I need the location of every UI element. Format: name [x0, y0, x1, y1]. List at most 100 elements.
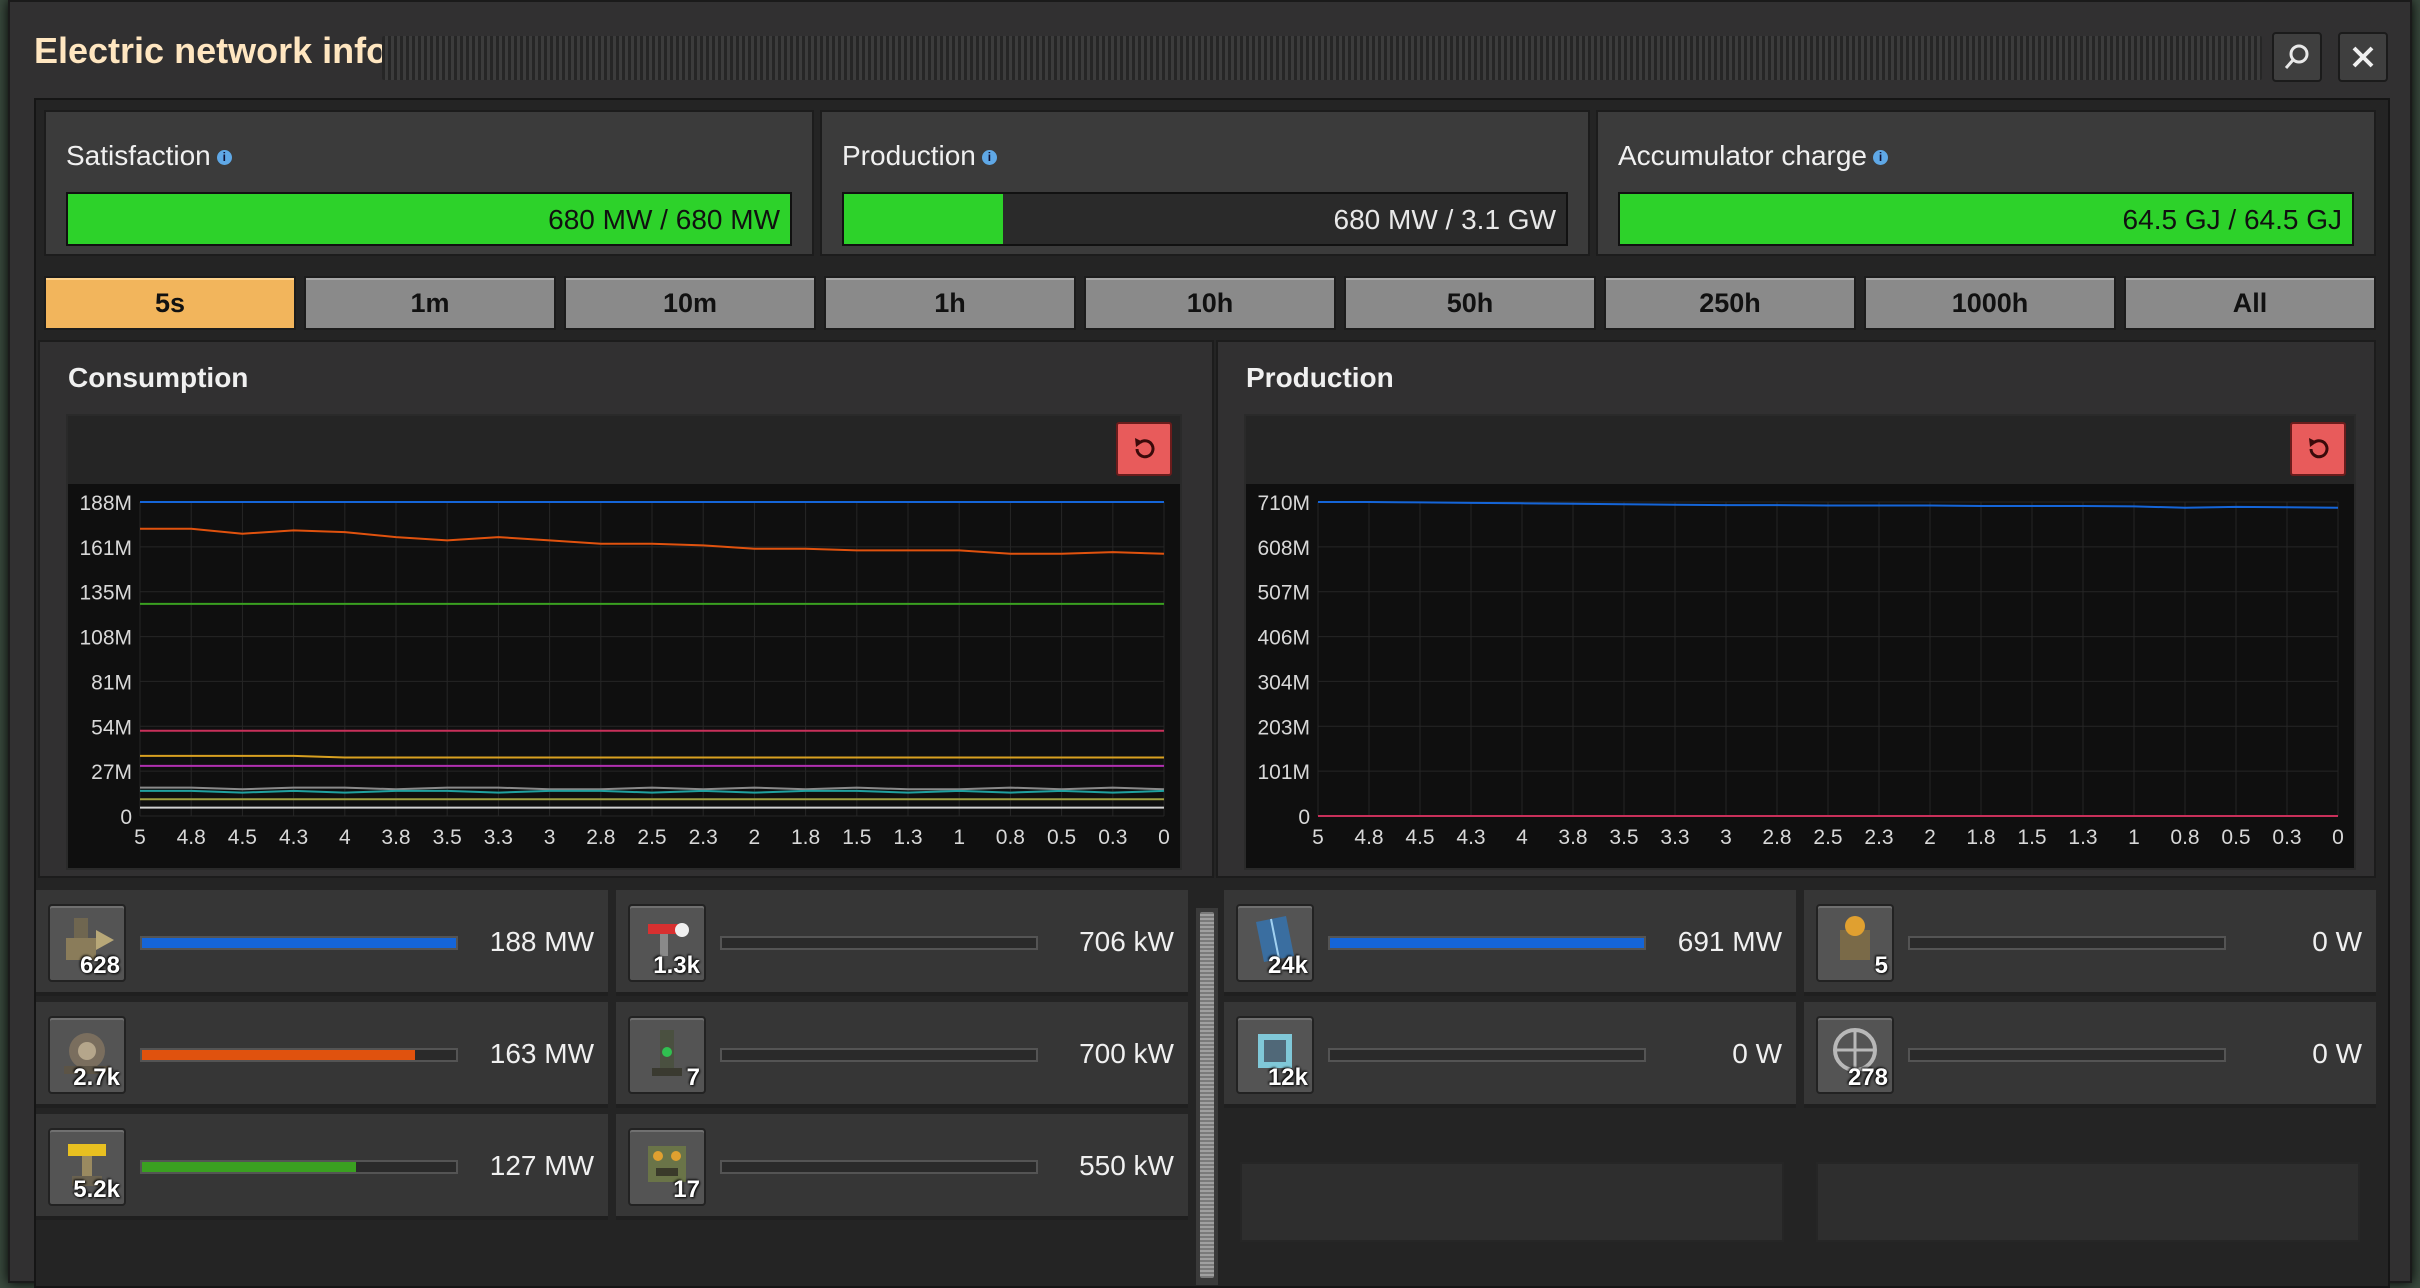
info-icon[interactable]: i — [981, 150, 997, 166]
power-bar — [1908, 936, 2226, 950]
satisfaction-label: Satisfaction — [66, 140, 211, 171]
x-tick-label: 0.8 — [2170, 826, 2199, 849]
consumption-entry[interactable]: 628 188 MW — [36, 890, 608, 996]
window-title: Electric network info — [34, 30, 389, 71]
consumption-chart[interactable]: 188M161M135M108M81M54M27M05 4.8 4.5 4.3 4 3.8… — [68, 484, 1180, 868]
x-tick-label: 2.8 — [1762, 826, 1791, 849]
entity-count: 24k — [1267, 952, 1308, 979]
power-value: 0 W — [2312, 1038, 2362, 1069]
x-tick-label: 0.8 — [996, 826, 1025, 849]
list-scrollbar[interactable] — [1196, 908, 1218, 1285]
production-panel: Production i 680 MW / 3.1 GW — [820, 110, 1590, 256]
entity-count: 5.2k — [73, 1176, 120, 1203]
y-tick-label: 0 — [120, 806, 132, 829]
graph-header — [1246, 416, 2354, 484]
power-value: 163 MW — [489, 1038, 594, 1069]
production-entry[interactable]: 12k 0 W — [1224, 1002, 1796, 1108]
entity-count: 1.3k — [653, 952, 700, 979]
accumulator-icon: 12k — [1236, 1016, 1314, 1094]
production-chart[interactable]: 710M608M507M406M304M203M101M05 4.8 4.5 4.3 4… — [1246, 484, 2354, 868]
scrollbar-thumb[interactable] — [1200, 912, 1214, 1278]
consumption-entry[interactable]: 17 550 kW — [616, 1114, 1188, 1220]
tab-50h[interactable]: 50h — [1344, 276, 1596, 330]
empty-slot — [1240, 1162, 1784, 1242]
assembler-icon: 17 — [628, 1128, 706, 1206]
x-tick-label: 1 — [2128, 826, 2140, 849]
radar-icon: 7 — [628, 1016, 706, 1094]
y-tick-label: 406M — [1257, 627, 1310, 650]
entity-count: 17 — [673, 1176, 700, 1203]
tab-1m[interactable]: 1m — [304, 276, 556, 330]
y-tick-label: 161M — [79, 537, 132, 560]
consumption-entry[interactable]: 1.3k 706 kW — [616, 890, 1188, 996]
accumulator-bar: 64.5 GJ / 64.5 GJ — [1618, 192, 2354, 246]
production-entry[interactable]: 24k 691 MW — [1224, 890, 1796, 996]
steam-engine-icon: 5 — [1816, 904, 1894, 982]
info-icon[interactable]: i — [216, 150, 232, 166]
tab-10h[interactable]: 10h — [1084, 276, 1336, 330]
info-icon[interactable]: i — [1873, 150, 1889, 166]
x-tick-label: 4.3 — [279, 826, 308, 849]
tab-1h[interactable]: 1h — [824, 276, 1076, 330]
tab-1000h[interactable]: 1000h — [1864, 276, 2116, 330]
power-bar — [1908, 1048, 2226, 1062]
power-value: 188 MW — [489, 926, 594, 957]
x-tick-label: 4.8 — [177, 826, 206, 849]
power-value: 706 kW — [1079, 926, 1174, 957]
x-tick-label: 2.3 — [1864, 826, 1893, 849]
entity-count: 628 — [79, 952, 120, 979]
tab-5s[interactable]: 5s — [44, 276, 296, 330]
x-tick-label: 3 — [1720, 826, 1732, 849]
power-bar — [720, 1160, 1038, 1174]
production-value: 680 MW / 3.1 GW — [1333, 204, 1557, 235]
consumption-entry[interactable]: 7 700 kW — [616, 1002, 1188, 1108]
entity-count: 278 — [1847, 1064, 1888, 1091]
reset-zoom-button[interactable] — [2290, 422, 2346, 476]
accumulator-panel: Accumulator charge i 64.5 GJ / 64.5 GJ — [1596, 110, 2376, 256]
tab-250h[interactable]: 250h — [1604, 276, 1856, 330]
x-tick-label: 1.8 — [791, 826, 820, 849]
inserter-icon: 5.2k — [48, 1128, 126, 1206]
tab-10m[interactable]: 10m — [564, 276, 816, 330]
production-graph: 710M 608M 507M 406M 304M 203M 101M 0 5 4.8 4.5 4.3 4… — [1244, 414, 2356, 870]
x-tick-label: 1.8 — [1966, 826, 1995, 849]
search-button[interactable] — [2272, 32, 2322, 82]
x-tick-label: 0.5 — [1047, 826, 1076, 849]
production-bar-fill — [844, 194, 1003, 244]
drag-handle[interactable] — [382, 36, 2262, 80]
tab-all[interactable]: All — [2124, 276, 2376, 330]
y-tick-label: 188M — [79, 492, 132, 515]
production-graph-panel: Production 710M 608M 507M 406M 304M 203M 101M 0… — [1216, 340, 2376, 878]
x-tick-label: 2.3 — [689, 826, 718, 849]
consumption-entry[interactable]: 2.7k 163 MW — [36, 1002, 608, 1108]
consumption-entry[interactable]: 5.2k 127 MW — [36, 1114, 608, 1220]
x-tick-label: 3.3 — [484, 826, 513, 849]
accumulator-value: 64.5 GJ / 64.5 GJ — [2122, 204, 2342, 235]
x-tick-label: 1.5 — [842, 826, 871, 849]
x-tick-label: 2.5 — [637, 826, 666, 849]
y-tick-label: 0 — [1298, 806, 1310, 829]
power-bar — [140, 1048, 458, 1062]
accumulator-label: Accumulator charge — [1618, 140, 1868, 171]
x-tick-label: 2 — [1924, 826, 1936, 849]
y-tick-label: 101M — [1257, 761, 1310, 784]
empty-slot — [1816, 1162, 2360, 1242]
search-icon — [2284, 44, 2309, 69]
close-button[interactable] — [2338, 32, 2388, 82]
satisfaction-value: 680 MW / 680 MW — [548, 204, 780, 235]
y-tick-label: 304M — [1257, 671, 1310, 694]
x-tick-label: 2 — [749, 826, 761, 849]
close-icon — [2352, 46, 2374, 68]
entity-count: 7 — [686, 1064, 700, 1091]
production-entry[interactable]: 5 0 W — [1804, 890, 2376, 996]
y-tick-label: 108M — [79, 627, 132, 650]
x-tick-label: 2.5 — [1813, 826, 1842, 849]
power-value: 0 W — [2312, 926, 2362, 957]
reset-zoom-button[interactable] — [1116, 422, 1172, 476]
title-bar[interactable]: Electric network info — [10, 2, 2410, 102]
production-entry[interactable]: 278 0 W — [1804, 1002, 2376, 1108]
solar-panel-icon: 24k — [1236, 904, 1314, 982]
reset-icon — [1135, 438, 1155, 459]
entity-count: 12k — [1267, 1064, 1308, 1091]
power-bar-fill — [142, 938, 456, 948]
